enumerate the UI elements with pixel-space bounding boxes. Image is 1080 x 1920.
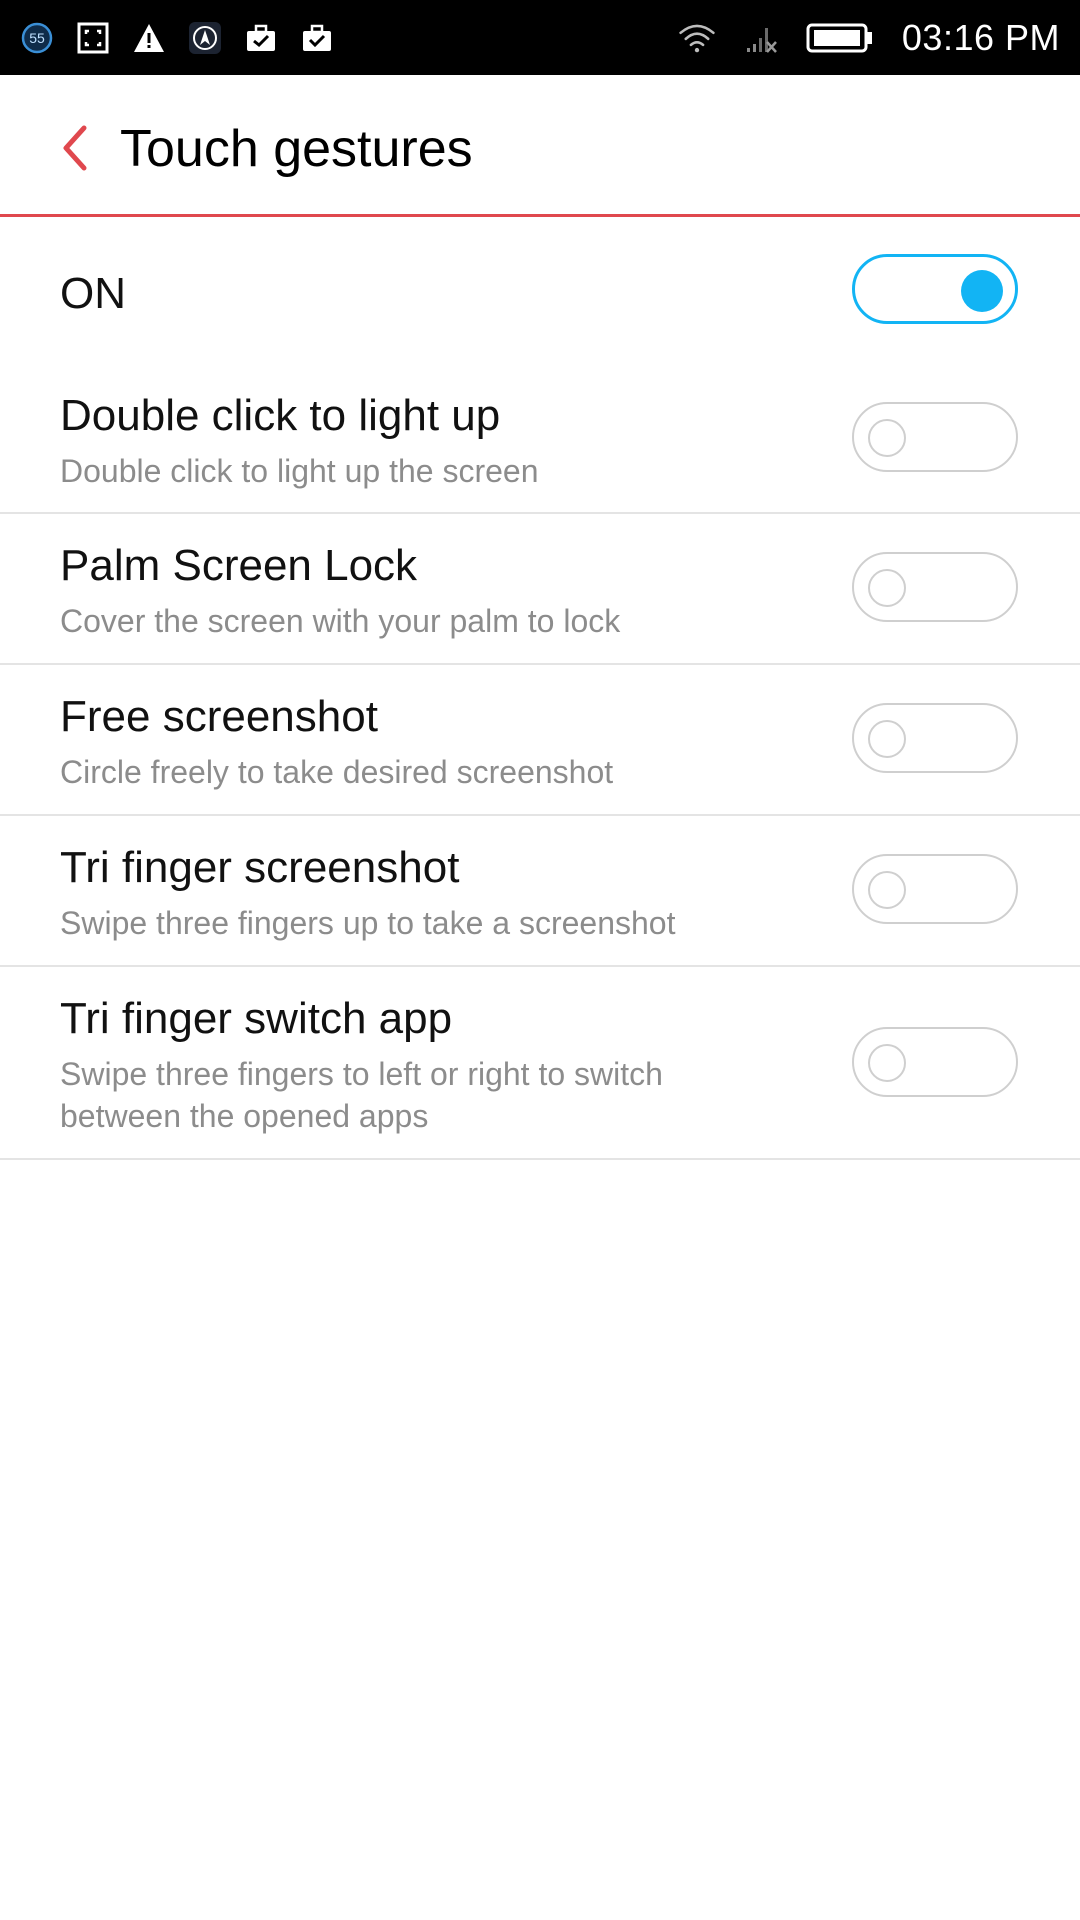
status-left-icons: 55 <box>18 0 336 75</box>
setting-subtitle: Swipe three fingers up to take a screens… <box>60 905 676 941</box>
status-bar: 55 03:16 PM <box>0 0 1080 75</box>
setting-title: Palm Screen Lock <box>60 541 418 590</box>
setting-double-click-light-up[interactable]: Double click to light up Double click to… <box>0 362 1080 514</box>
free-screenshot-toggle-switch[interactable] <box>852 703 1018 773</box>
setting-tri-finger-switch-app[interactable]: Tri finger switch app Swipe three finger… <box>0 967 1080 1160</box>
wifi-icon <box>678 19 716 57</box>
app-header: Touch gestures <box>0 75 1080 217</box>
setting-subtitle: Double click to light up the screen <box>60 453 539 489</box>
setting-title: Double click to light up <box>60 391 501 440</box>
toggle-knob <box>868 1044 906 1082</box>
navigation-app-icon <box>186 19 224 57</box>
setting-title: Free screenshot <box>60 692 378 741</box>
setting-tri-finger-screenshot[interactable]: Tri finger screenshot Swipe three finger… <box>0 816 1080 967</box>
status-time: 03:16 PM <box>901 16 1060 58</box>
tri-finger-screenshot-toggle-switch[interactable] <box>852 854 1018 924</box>
chevron-left-icon <box>63 125 87 171</box>
screenshot-frame-icon <box>74 19 112 57</box>
tri-finger-switch-app-toggle-switch[interactable] <box>852 1027 1018 1097</box>
page-title: Touch gestures <box>120 120 473 178</box>
gesture-settings-list: Double click to light up Double click to… <box>0 362 1080 1160</box>
master-toggle-row[interactable]: ON <box>0 220 1080 362</box>
toggle-knob <box>868 569 906 607</box>
toggle-knob <box>868 720 906 758</box>
double-click-toggle-switch[interactable] <box>852 402 1018 472</box>
palm-lock-toggle-switch[interactable] <box>852 552 1018 622</box>
master-toggle-label: ON <box>60 269 126 318</box>
setting-palm-screen-lock[interactable]: Palm Screen Lock Cover the screen with y… <box>0 514 1080 665</box>
battery-icon <box>806 19 876 57</box>
briefcase-check-icon <box>298 19 336 57</box>
setting-subtitle: Cover the screen with your palm to lock <box>60 603 621 639</box>
setting-free-screenshot[interactable]: Free screenshot Circle freely to take de… <box>0 665 1080 816</box>
toggle-knob <box>868 871 906 909</box>
setting-subtitle: Circle freely to take desired screenshot <box>60 754 614 790</box>
briefcase-icon <box>242 19 280 57</box>
notification-count: 55 <box>29 30 45 46</box>
toggle-knob <box>961 270 1003 312</box>
warning-icon <box>130 19 168 57</box>
status-right-icons: 03:16 PM <box>678 0 1060 75</box>
toggle-knob <box>868 419 906 457</box>
setting-subtitle: Swipe three fingers to left or right to … <box>60 1056 663 1134</box>
signal-no-sim-icon <box>742 19 780 57</box>
setting-title: Tri finger switch app <box>60 994 453 1043</box>
back-button[interactable] <box>50 119 100 177</box>
notification-badge-icon: 55 <box>18 19 56 57</box>
setting-title: Tri finger screenshot <box>60 843 460 892</box>
master-toggle-switch[interactable] <box>852 254 1018 324</box>
